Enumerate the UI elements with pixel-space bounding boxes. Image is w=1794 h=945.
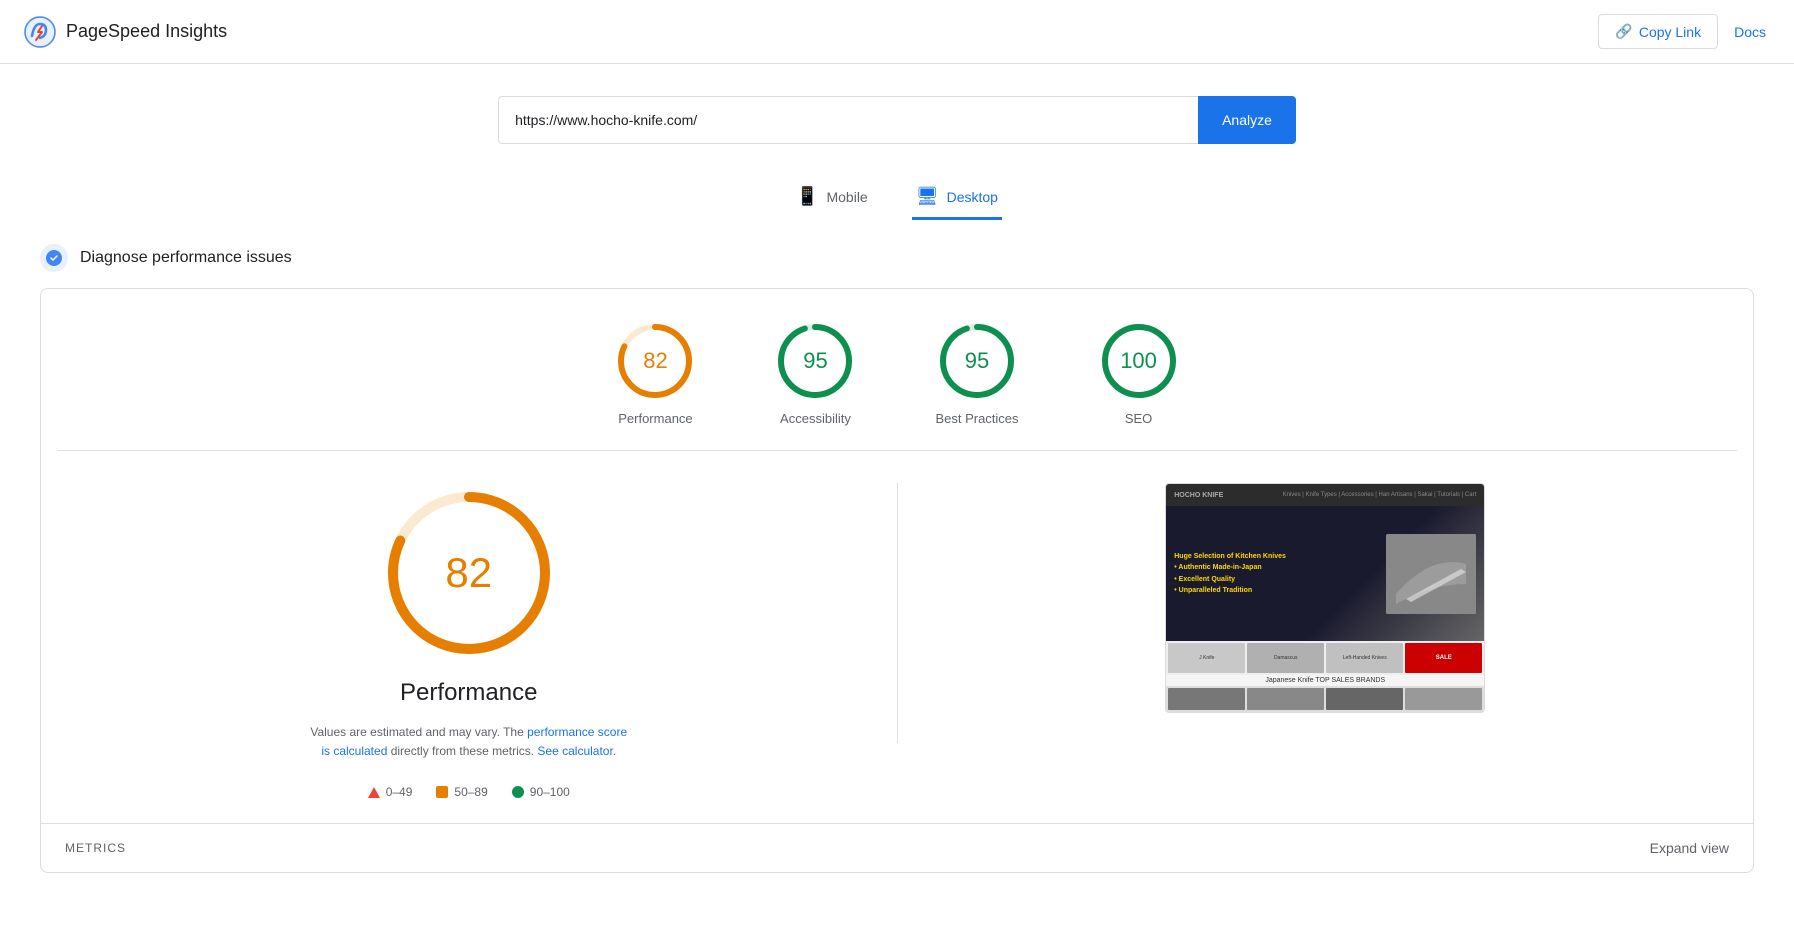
brand-img-1 (1168, 688, 1245, 710)
score-performance[interactable]: 82 Performance (615, 321, 695, 426)
mobile-icon: 📱 (796, 186, 818, 207)
diagnose-title: Diagnose performance issues (80, 249, 292, 267)
hero-title-1: Huge Selection of Kitchen Knives (1174, 551, 1378, 562)
score-seo[interactable]: 100 SEO (1099, 321, 1179, 426)
legend-pass: 90–100 (512, 785, 570, 799)
header: PageSpeed Insights 🔗 Copy Link Docs (0, 0, 1794, 64)
accessibility-score: 95 (803, 348, 827, 374)
legend-average: 50–89 (436, 785, 487, 799)
legend-fail: 0–49 (368, 785, 413, 799)
results-card: 82 Performance 95 Accessibility (40, 288, 1754, 873)
calculator-link[interactable]: See calculator (537, 744, 612, 758)
accessibility-label: Accessibility (780, 411, 851, 426)
site-screenshot: HOCHO KNIFE Knives | Knife Types | Acces… (1165, 483, 1485, 713)
average-range: 50–89 (454, 785, 487, 799)
detail-description: Values are estimated and may vary. The p… (309, 723, 629, 761)
product-j-knife: J Knife (1168, 643, 1245, 673)
legend: 0–49 50–89 90–100 (368, 785, 570, 799)
metrics-bar: METRICS Expand view (41, 823, 1753, 872)
site-products: J Knife Damascus Left-Handed Knives SALE (1166, 641, 1484, 675)
brand-img-2 (1247, 688, 1324, 710)
scores-row: 82 Performance 95 Accessibility (41, 289, 1753, 450)
performance-circle: 82 (615, 321, 695, 401)
tabs-section: 📱 Mobile 🖥 Desktop (0, 168, 1794, 220)
seo-circle: 100 (1099, 321, 1179, 401)
best-practices-score: 95 (965, 348, 989, 374)
product-sale: SALE (1405, 643, 1482, 673)
analyze-button[interactable]: Analyze (1198, 96, 1296, 144)
brand-img-4 (1405, 688, 1482, 710)
detail-left: 82 Performance Values are estimated and … (81, 483, 857, 799)
fail-range: 0–49 (386, 785, 413, 799)
diagnose-section: Diagnose performance issues (0, 220, 1794, 288)
site-hero: Huge Selection of Kitchen Knives • Authe… (1166, 506, 1484, 641)
url-input[interactable] (498, 96, 1198, 144)
hero-title-3: • Excellent Quality (1174, 574, 1378, 585)
best-practices-label: Best Practices (935, 411, 1018, 426)
search-section: Analyze (0, 64, 1794, 168)
average-icon (436, 786, 448, 798)
pass-icon (512, 786, 524, 798)
tab-desktop[interactable]: 🖥 Desktop (912, 176, 1002, 220)
brand-img-3 (1326, 688, 1403, 710)
pagespeed-logo (24, 16, 56, 48)
site-header-bar: HOCHO KNIFE Knives | Knife Types | Acces… (1166, 484, 1484, 506)
product-left-handed: Left-Handed Knives (1326, 643, 1403, 673)
hero-knife-image (1386, 534, 1476, 614)
diagnose-icon (40, 244, 68, 272)
desktop-icon: 🖥 (916, 186, 939, 207)
copy-link-label: Copy Link (1639, 24, 1701, 40)
expand-view-button[interactable]: Expand view (1650, 840, 1729, 856)
app-title: PageSpeed Insights (66, 21, 227, 42)
accessibility-circle: 95 (775, 321, 855, 401)
score-best-practices[interactable]: 95 Best Practices (935, 321, 1018, 426)
metrics-label: METRICS (65, 841, 126, 855)
site-nav-items: Knives | Knife Types | Accessories | Han… (1283, 492, 1477, 498)
desc-pre: Values are estimated and may vary. The (310, 725, 527, 739)
header-left: PageSpeed Insights (24, 16, 227, 48)
tab-mobile-label: Mobile (826, 189, 867, 205)
brand-row-label: Japanese Knife TOP SALES BRANDS (1166, 675, 1484, 686)
detail-section: 82 Performance Values are estimated and … (41, 451, 1753, 823)
detail-perf-title: Performance (400, 679, 537, 707)
site-title: HOCHO KNIFE (1174, 492, 1223, 499)
detail-vertical-divider (897, 483, 898, 743)
product-damascus: Damascus (1247, 643, 1324, 673)
tab-mobile[interactable]: 📱 Mobile (792, 176, 872, 220)
seo-score: 100 (1120, 348, 1157, 374)
url-input-wrapper (498, 96, 1198, 144)
fail-icon (368, 787, 380, 798)
copy-link-button[interactable]: 🔗 Copy Link (1598, 14, 1718, 49)
big-score-number: 82 (445, 549, 492, 597)
performance-score: 82 (643, 348, 667, 374)
big-gauge: 82 (379, 483, 559, 663)
hero-title-2: • Authentic Made-in-Japan (1174, 562, 1378, 573)
score-accessibility[interactable]: 95 Accessibility (775, 321, 855, 426)
site-hero-text: Huge Selection of Kitchen Knives • Authe… (1174, 551, 1378, 596)
brand-images (1166, 686, 1484, 712)
best-practices-circle: 95 (937, 321, 1017, 401)
detail-right: HOCHO KNIFE Knives | Knife Types | Acces… (938, 483, 1714, 713)
hero-title-4: • Unparalleled Tradition (1174, 585, 1378, 596)
performance-label: Performance (618, 411, 692, 426)
tab-desktop-label: Desktop (947, 189, 998, 205)
pass-range: 90–100 (530, 785, 570, 799)
docs-button[interactable]: Docs (1730, 16, 1770, 48)
header-right: 🔗 Copy Link Docs (1598, 14, 1770, 49)
link-icon: 🔗 (1615, 23, 1632, 40)
seo-label: SEO (1125, 411, 1152, 426)
